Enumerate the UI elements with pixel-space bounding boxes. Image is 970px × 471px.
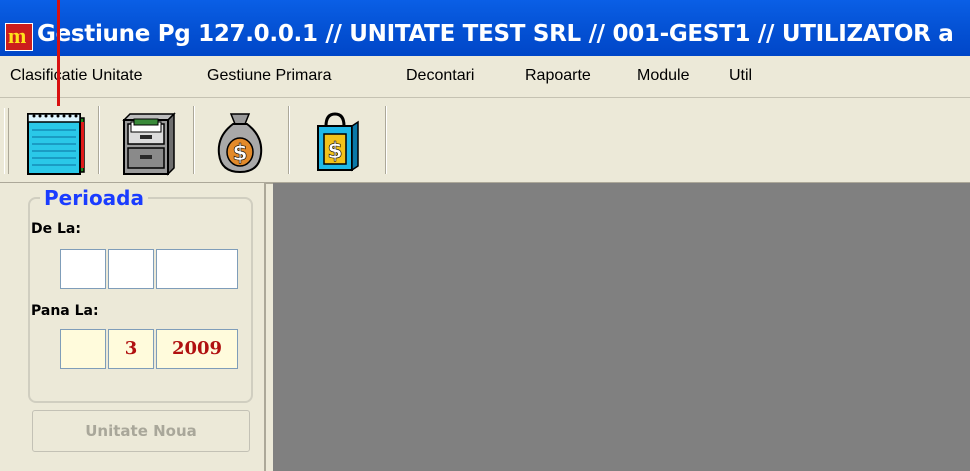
app-logo-letter: m [8,23,27,48]
app-logo-icon[interactable]: m [5,23,33,51]
title-bar[interactable]: m Gestiune Pg 127.0.0.1 // UNITATE TEST … [0,0,970,56]
menu-clasificatie-unitate[interactable]: Clasificatie Unitate [10,67,143,85]
red-marker-line [57,0,60,106]
notebook-icon [27,113,85,175]
to-month-input[interactable]: 3 [108,329,154,369]
file-cabinet-button[interactable] [108,104,182,176]
file-cabinet-icon [122,112,176,176]
new-unit-button[interactable]: Unitate Noua [32,410,250,452]
period-group-title: Perioada [40,186,148,210]
toolbar-separator [98,106,100,174]
shopping-bag-button[interactable]: $ [298,104,372,176]
menu-module[interactable]: Module [637,67,689,85]
to-year-input[interactable]: 2009 [156,329,238,369]
menu-gestiune-primara[interactable]: Gestiune Primara [207,67,332,85]
toolbar-grip[interactable] [4,108,9,174]
menu-rapoarte[interactable]: Rapoarte [525,67,591,85]
toolbar-separator [288,106,290,174]
menu-util[interactable]: Util [729,67,752,85]
menu-decontari[interactable]: Decontari [406,67,474,85]
from-month-input[interactable] [108,249,154,289]
toolbar-separator [385,106,387,174]
from-day-input[interactable] [60,249,106,289]
to-label: Pana La: [31,303,99,319]
from-label: De La: [31,221,81,237]
toolbar-separator [193,106,195,174]
workspace-area [273,183,970,471]
toolbar: $ $ [0,98,970,184]
notebook-button[interactable] [14,104,88,176]
from-year-input[interactable] [156,249,238,289]
money-bag-button[interactable]: $ [203,104,277,176]
to-day-input[interactable] [60,329,106,369]
window-title: Gestiune Pg 127.0.0.1 // UNITATE TEST SR… [37,21,954,47]
menu-bar: Clasificatie Unitate Gestiune Primara De… [0,56,970,98]
svg-text:$: $ [232,141,247,166]
svg-text:$: $ [327,139,342,164]
left-panel: Perioada De La: Pana La: 3 2009 Unitate … [0,183,266,471]
money-bag-icon: $ [217,113,263,174]
shopping-bag-dollar-icon: $ [317,112,359,172]
